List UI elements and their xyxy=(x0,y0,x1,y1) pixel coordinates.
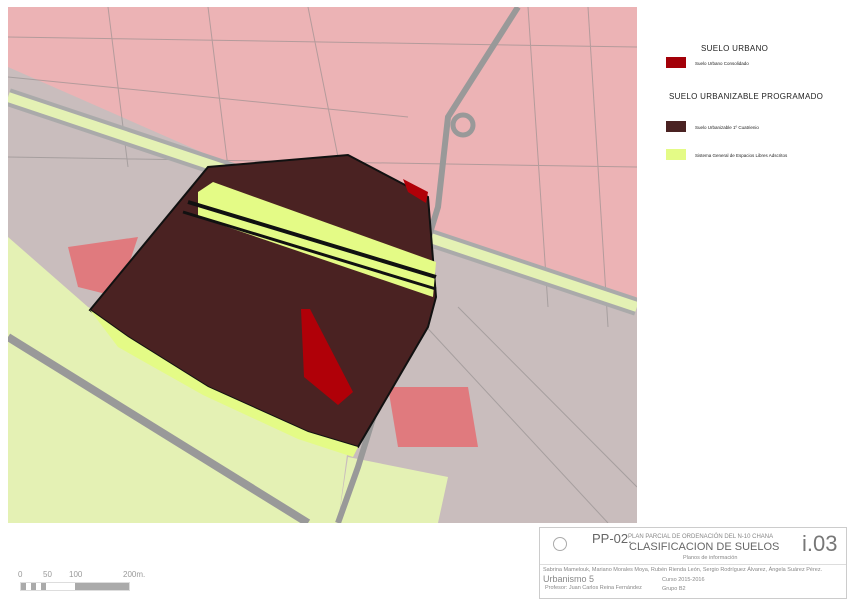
legend-swatch-espacios-libres xyxy=(666,149,686,160)
scale-tick: 100 xyxy=(69,570,83,579)
legend-urbano-title: SUELO URBANO xyxy=(701,44,769,53)
legend-label: Suelo Urbano Consolidado xyxy=(695,61,749,66)
legend-urbanizable-title: SUELO URBANIZABLE PROGRAMADO xyxy=(669,92,824,101)
scale-graphic xyxy=(20,582,130,591)
scale-tick: 50 xyxy=(43,570,52,579)
academic-year: Curso 2015-2016 xyxy=(662,577,705,583)
professor: Profesor: Juan Carlos Reina Fernández xyxy=(545,585,642,591)
scale-tick: 0 xyxy=(18,570,23,579)
course: Urbanismo 5 xyxy=(543,574,595,584)
legend-swatch-urbano-consolidado xyxy=(666,57,686,68)
title-block: PP-02. PLAN PARCIAL DE ORDENACIÓN DEL N-… xyxy=(539,527,847,599)
legend-label: Suelo Urbanizable 1º Cuatrienio xyxy=(695,125,759,130)
logo-icon xyxy=(553,537,567,551)
plan-code: PP-02. xyxy=(592,531,632,546)
sheet-number: i.03 xyxy=(802,531,838,556)
plan-title: CLASIFICACION DE SUELOS xyxy=(629,541,780,553)
legend-label: Sistema General de Espacios Libres Adscr… xyxy=(695,153,788,158)
legend-swatch-urbanizable xyxy=(666,121,686,132)
plan-subtitle: PLAN PARCIAL DE ORDENACIÓN DEL N-10 CHAN… xyxy=(628,534,774,540)
scale-tick: 200m. xyxy=(123,570,146,579)
urban-block xyxy=(388,387,478,447)
plan-section: Planos de información xyxy=(683,555,738,561)
divider xyxy=(540,564,846,565)
map[interactable] xyxy=(8,7,637,523)
group: Grupo B2 xyxy=(662,586,686,592)
authors: Sabrina Mamelouk, Mariano Morales Moya, … xyxy=(543,567,823,573)
